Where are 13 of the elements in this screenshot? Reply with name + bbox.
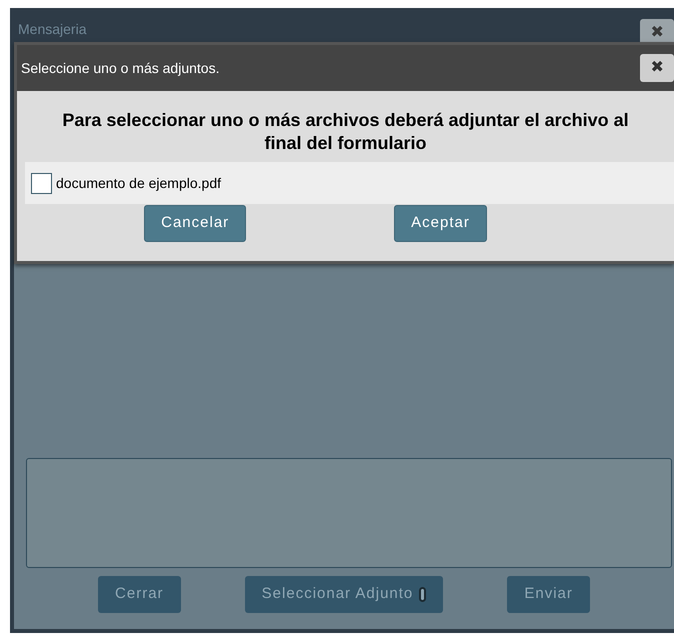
- message-field[interactable]: [26, 458, 672, 568]
- window-title: Mensajeria: [18, 20, 86, 39]
- action-button[interactable]: Cerrar: [98, 576, 181, 613]
- paperclip-icon: [419, 587, 426, 602]
- checkbox[interactable]: [31, 172, 52, 194]
- dialog-heading: Para seleccionar uno o más archivos deberá adjuntar el archivo al final del formulario: [61, 109, 630, 154]
- file-name: documento de ejemplo.pdf: [56, 174, 221, 193]
- dialog-title: Seleccione uno o más adjuntos.: [21, 58, 220, 78]
- cancel-button[interactable]: Cancelar: [144, 205, 246, 242]
- accept-button[interactable]: Aceptar: [394, 205, 487, 242]
- close-button[interactable]: ✖: [640, 54, 674, 82]
- action-button[interactable]: Enviar: [507, 576, 590, 613]
- attach-button[interactable]: Seleccionar Adjunto: [244, 576, 444, 613]
